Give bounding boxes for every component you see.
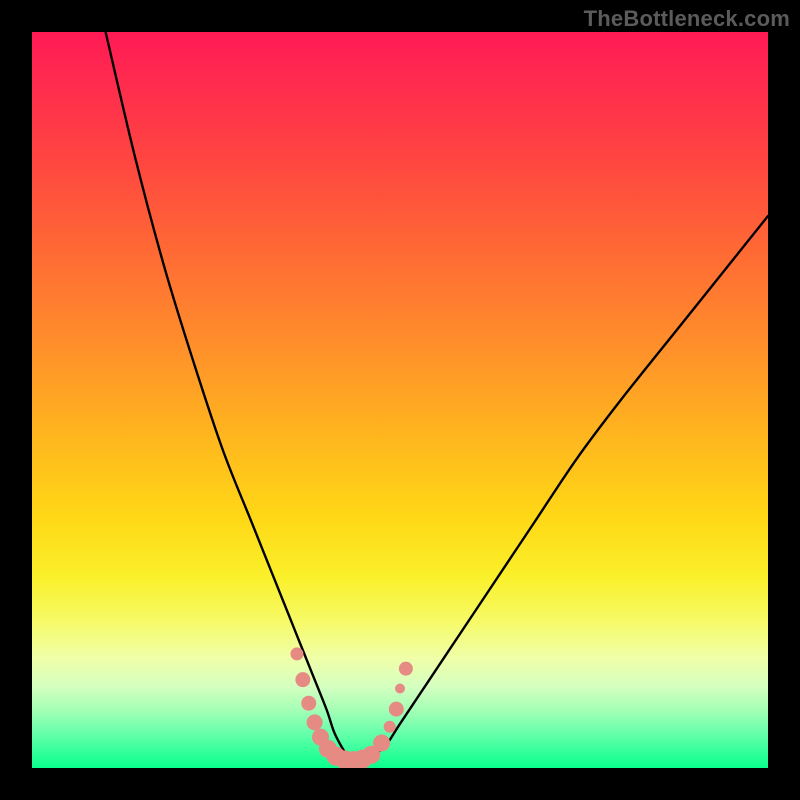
curve-marker [399, 662, 413, 676]
curve-layer [32, 32, 768, 768]
curve-marker [384, 721, 396, 733]
curve-marker [373, 734, 390, 751]
curve-marker [389, 702, 404, 717]
curve-marker [290, 647, 303, 660]
bottleneck-curve [106, 32, 768, 761]
chart-frame: TheBottleneck.com [0, 0, 800, 800]
curve-marker [295, 672, 310, 687]
curve-marker [395, 684, 405, 694]
plot-area [32, 32, 768, 768]
curve-marker [307, 714, 323, 730]
watermark-text: TheBottleneck.com [584, 6, 790, 32]
curve-marker [301, 696, 316, 711]
